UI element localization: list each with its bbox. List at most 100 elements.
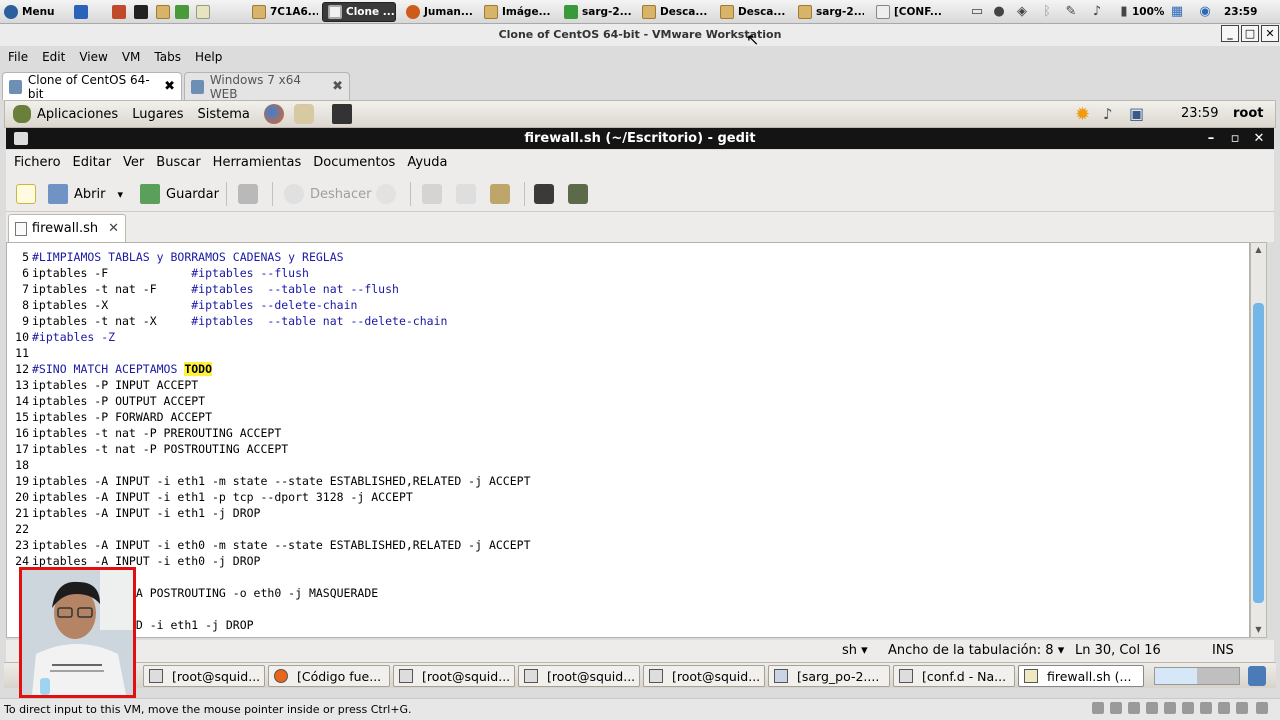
code-line[interactable]: 13 iptables -P INPUT ACCEPT [7,377,1249,393]
host-task[interactable]: Juman... [406,2,474,22]
volume-icon[interactable]: ♪ [1090,5,1104,19]
workspace-active[interactable] [1155,668,1197,684]
guest-task[interactable]: [root@squid... [143,665,265,687]
shield-icon[interactable]: ◉ [1198,5,1212,19]
device-icon[interactable] [1200,702,1212,714]
network-icon[interactable]: ▣ [1129,104,1144,123]
menu-documentos[interactable]: Documentos [313,155,395,170]
device-icon[interactable] [1110,702,1122,714]
device-icon[interactable] [1146,702,1158,714]
search-icon[interactable] [534,184,554,204]
undo-button[interactable]: Deshacer [284,183,371,205]
close-tab-icon[interactable]: ✖ [332,79,343,94]
device-icon[interactable] [1218,702,1230,714]
tab-firewall-sh[interactable]: firewall.sh ✕ [8,214,126,242]
folder-icon[interactable] [156,5,170,19]
redo-icon[interactable] [376,184,396,204]
scroll-up-icon[interactable]: ▲ [1251,243,1266,257]
device-icon[interactable] [1092,702,1104,714]
code-line[interactable]: 16 iptables -t nat -P PREROUTING ACCEPT [7,425,1249,441]
code-line[interactable]: 22 [7,521,1249,537]
gedit-close-button[interactable]: ✕ [1250,128,1268,149]
code-line[interactable]: 23 iptables -A INPUT -i eth0 -m state --s… [7,537,1249,553]
text-editor[interactable]: 5 #LIMPIAMOS TABLAS y BORRAMOS CADENAS y … [6,242,1250,638]
host-task[interactable]: [CONF... [876,2,942,22]
chevron-down-icon[interactable]: ▾ [117,188,123,201]
host-task-active[interactable]: Clone ... [322,2,396,22]
maximize-button[interactable]: □ [1241,25,1259,42]
gedit-minimize-button[interactable]: – [1202,128,1220,149]
paste-icon[interactable] [490,184,510,204]
workspace-switcher[interactable] [1154,667,1240,685]
firefox-icon[interactable] [263,104,284,124]
code-line[interactable]: 12 #SINO MATCH ACEPTAMOS TODO [7,361,1249,377]
text-editor-icon[interactable] [196,5,210,19]
code-line[interactable]: 18 [7,457,1249,473]
tab-centos[interactable]: Clone of CentOS 64-bit ✖ [2,72,182,101]
code-line[interactable]: 7 iptables -t nat -F #iptables --table na… [7,281,1249,297]
user-icon[interactable]: ● [992,5,1006,19]
cut-icon[interactable] [422,184,442,204]
trash-icon[interactable] [1248,666,1266,686]
open-button[interactable]: Abrir ▾ [48,183,123,205]
code-line[interactable]: 2 RWARD -i eth1 -j DROP [7,617,1249,633]
copy-icon[interactable] [456,184,476,204]
host-task[interactable]: sarg-2.... [798,2,864,22]
new-document-icon[interactable] [16,184,36,204]
tab-windows7[interactable]: Windows 7 x64 WEB ✖ [184,72,350,101]
guest-task-active[interactable]: firewall.sh (... [1018,665,1144,687]
battery-icon[interactable]: ▮ [1117,5,1131,19]
device-icon[interactable] [1128,702,1140,714]
code-line[interactable]: 24 iptables -A INPUT -i eth0 -j DROP [7,553,1249,569]
menu-edit[interactable]: Edit [42,50,65,64]
code-line[interactable]: 15 iptables -P FORWARD ACCEPT [7,409,1249,425]
menu-sistema[interactable]: Sistema [198,107,250,122]
pen-icon[interactable]: ✎ [1064,5,1078,19]
minimize-button[interactable]: _ [1221,25,1239,42]
menu-vm[interactable]: VM [122,50,141,64]
code-line[interactable]: 17 iptables -t nat -P POSTROUTING ACCEPT [7,441,1249,457]
host-task[interactable]: Desca... [720,2,786,22]
terminal-icon[interactable] [134,5,148,19]
search-replace-icon[interactable] [568,184,588,204]
code-line[interactable]: 2 t -A POSTROUTING -o eth0 -j MASQUERADE [7,585,1249,601]
menu-file[interactable]: File [8,50,28,64]
code-line[interactable]: 21 iptables -A INPUT -i eth1 -j DROP [7,505,1249,521]
code-line[interactable]: 20 iptables -A INPUT -i eth1 -p tcp --dpo… [7,489,1249,505]
menu-aplicaciones[interactable]: Aplicaciones [37,107,118,122]
mail-icon[interactable] [293,104,314,124]
device-icon[interactable] [1164,702,1176,714]
vertical-scrollbar[interactable]: ▲ ▼ [1250,242,1267,638]
menu-editar[interactable]: Editar [73,155,112,170]
update-sun-icon[interactable]: ✹ [1075,104,1090,125]
tab-width-selector[interactable]: Ancho de la tabulación: 8 ▾ [888,643,1064,658]
guest-task[interactable]: [root@squid... [518,665,640,687]
volume-icon[interactable]: ♪ [1103,105,1113,123]
app-launcher-icon[interactable] [112,5,126,19]
network-status-icon[interactable]: ▦ [1170,5,1184,19]
code-line[interactable]: 19 iptables -A INPUT -i eth1 -m state --s… [7,473,1249,489]
menu-ayuda[interactable]: Ayuda [407,155,447,170]
code-line[interactable]: 14 iptables -P OUTPUT ACCEPT [7,393,1249,409]
code-line[interactable]: 10 #iptables -Z [7,329,1249,345]
settings-icon[interactable]: ◈ [1015,5,1029,19]
menu-lugares[interactable]: Lugares [132,107,183,122]
menu-view[interactable]: View [79,50,107,64]
menu-ver[interactable]: Ver [123,155,144,170]
guest-task[interactable]: [root@squid... [643,665,765,687]
host-task[interactable]: Imáge... [484,2,550,22]
device-icon[interactable] [1236,702,1248,714]
guest-task[interactable]: [root@squid... [393,665,515,687]
guest-task[interactable]: [conf.d - Na... [893,665,1015,687]
code-line[interactable]: 8 iptables -X #iptables --delete-chain [7,297,1249,313]
menu-tabs[interactable]: Tabs [154,50,181,64]
app-launcher-icon[interactable] [74,5,88,19]
network-icon[interactable]: ▭ [970,5,984,19]
device-icon[interactable] [1182,702,1194,714]
save-button[interactable]: Guardar [140,183,219,205]
scroll-down-icon[interactable]: ▼ [1251,623,1266,637]
menu-help[interactable]: Help [195,50,222,64]
host-task[interactable]: sarg-2.... [564,2,632,22]
device-icon[interactable] [1256,702,1268,714]
code-line[interactable]: 5 #LIMPIAMOS TABLAS y BORRAMOS CADENAS y … [7,249,1249,265]
